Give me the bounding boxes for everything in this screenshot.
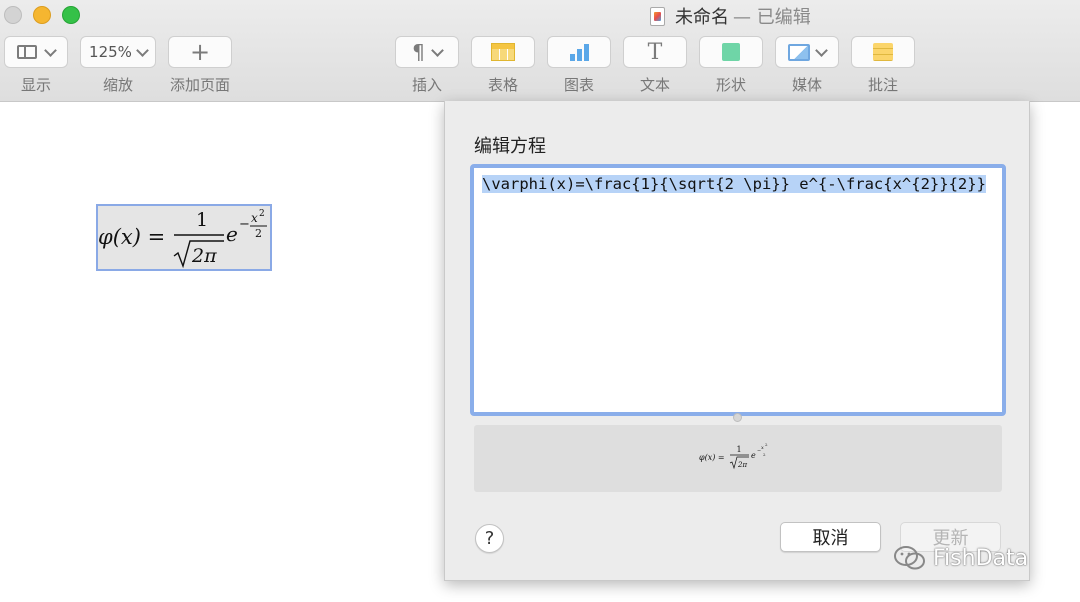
chevron-down-icon [430,43,444,57]
window-title: 未命名 — 已编辑 [650,5,811,28]
comment-label: 批注 [867,76,898,94]
watermark: FishData [893,540,1028,576]
chevron-down-icon [815,43,828,57]
window-minimize-button[interactable] [33,6,51,24]
pilcrow-icon: ¶ [412,40,425,64]
resize-handle[interactable] [733,413,742,422]
zoom-value: 125% [89,43,132,61]
exponent-denominator: 2 [255,227,262,240]
toolbar: 未命名 — 已编辑 显示 125% 缩放 + 添加页面 ¶ 插入 表格 图表 T… [0,0,1080,102]
dialog-title: 编辑方程 [474,136,546,157]
sidebar-view-icon [17,45,37,59]
watermark-text: FishData [933,545,1029,571]
latex-selected-text: \varphi(x)=\frac{1}{\sqrt{2 \pi}} e^{-\f… [482,175,986,193]
exponent-numerator: x [251,211,258,225]
insert-button[interactable]: ¶ [395,36,459,68]
edit-equation-dialog: 编辑方程 \varphi(x)=\frac{1}{\sqrt{2 \pi}} e… [444,101,1030,581]
view-label: 显示 [20,76,51,94]
chart-label: 图表 [563,76,594,94]
view-button[interactable] [4,36,68,68]
window-zoom-button[interactable] [62,6,80,24]
window-close-button[interactable] [4,6,22,24]
chart-button[interactable] [547,36,611,68]
equation-numerator: 1 [196,209,208,231]
preview-exponent-power: 2 [765,442,768,447]
preview-base: e [751,451,756,460]
text-label: 文本 [639,76,670,94]
shape-label: 形状 [715,76,746,94]
media-label: 媒体 [791,76,822,94]
media-button[interactable] [775,36,839,68]
preview-exponent-numerator: x [761,445,764,451]
table-label: 表格 [487,76,518,94]
chevron-down-icon [44,43,57,57]
pages-document-icon [650,6,665,26]
table-icon [491,43,515,61]
preview-numerator: 1 [736,445,741,454]
comment-button[interactable] [851,36,915,68]
latex-input[interactable]: \varphi(x)=\frac{1}{\sqrt{2 \pi}} e^{-\f… [470,164,1006,416]
comment-note-icon [873,43,893,61]
equation-preview: φ(x) = 1 2π e − x 2 2 [474,425,1002,492]
help-button[interactable]: ? [475,524,504,553]
equation-preview-render: φ(x) = 1 2π e − x 2 2 [699,442,768,470]
exponent-sign: − [239,217,250,232]
equation-render: φ(x) = 1 2π e − x 2 2 [98,209,267,269]
exponent-power: 2 [259,209,265,219]
equation-object[interactable]: φ(x) = 1 2π e − x 2 2 [96,204,272,271]
preview-denominator: 2π [737,461,747,469]
insert-label: 插入 [411,76,442,94]
chevron-down-icon [136,43,149,57]
equation-lhs: φ(x) = [98,225,165,249]
text-button[interactable]: T [623,36,687,68]
preview-lhs: φ(x) = [699,453,725,462]
image-icon [788,43,810,61]
preview-exponent-denominator: 2 [763,452,766,457]
add-page-button[interactable]: + [168,36,232,68]
cancel-button[interactable]: 取消 [780,522,881,552]
bar-chart-icon [569,43,589,61]
equation-base: e [226,222,238,246]
zoom-label: 缩放 [102,76,133,94]
text-icon: T [647,39,663,65]
shape-icon [722,43,740,61]
zoom-button[interactable]: 125% [80,36,156,68]
document-status: — 已编辑 [733,7,811,28]
table-button[interactable] [471,36,535,68]
wechat-logo-icon [894,546,925,570]
document-name: 未命名 [675,7,729,28]
equation-denominator: 2π [191,245,217,267]
shape-button[interactable] [699,36,763,68]
plus-icon: + [189,38,211,66]
add-page-label: 添加页面 [169,76,230,94]
